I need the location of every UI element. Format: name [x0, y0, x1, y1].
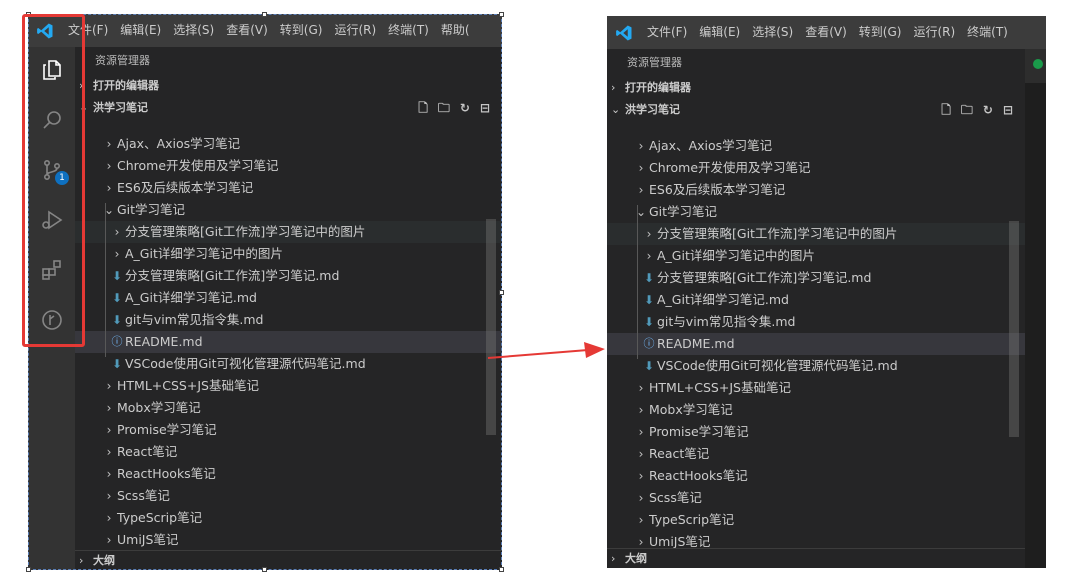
tree-item-label: 分支管理策略[Git工作流]学习笔记中的图片	[657, 226, 898, 241]
refresh-icon[interactable]: ↻	[983, 99, 993, 121]
chevron-right-icon: ›	[611, 552, 616, 565]
tree-item-label: Promise学习笔记	[649, 424, 749, 439]
chevron-right-icon: ›	[638, 513, 644, 527]
tree-item-label: ReactHooks笔记	[649, 468, 748, 483]
tree-item-label: HTML+CSS+JS基础笔记	[649, 380, 791, 395]
menu-item[interactable]: 运行(R)	[907, 16, 961, 49]
tree-item-label: Chrome开发使用及学习笔记	[649, 160, 811, 175]
menu-item[interactable]: 转到(G)	[853, 16, 908, 49]
chevron-right-icon: ›	[646, 227, 652, 241]
tree-item[interactable]: › ReactHooks笔记	[607, 465, 1025, 487]
tree-item-label: A_Git详细学习笔记.md	[657, 292, 789, 307]
tree-item-label: README.md	[657, 336, 735, 351]
tree-item-nested[interactable]: ⬇ git与vim常见指令集.md	[607, 311, 1025, 333]
new-file-icon[interactable]: 🗋	[941, 99, 951, 121]
tree-item-label: git与vim常见指令集.md	[657, 314, 796, 329]
chevron-right-icon: ›	[638, 381, 644, 395]
vscode-window-after: 文件(F) 编辑(E) 选择(S) 查看(V) 转到(G) 运行(R) 终端(T) 资源管理…	[607, 16, 1046, 568]
resize-handle	[26, 567, 31, 572]
collapse-all-icon[interactable]: ⊟	[1003, 99, 1013, 121]
title-bar: 文件(F) 编辑(E) 选择(S) 查看(V) 转到(G) 运行(R) 终端(T)	[607, 16, 1046, 49]
new-folder-icon[interactable]: 🗀	[961, 99, 973, 121]
menu-item[interactable]: 文件(F)	[641, 16, 693, 49]
menu-item[interactable]: 选择(S)	[746, 16, 799, 49]
tree-item-nested[interactable]: ⓘ README.md	[607, 333, 1025, 355]
markdown-icon: ⬇	[643, 315, 655, 329]
tree-item-label: A_Git详细学习笔记中的图片	[657, 248, 815, 263]
file-tree: › Ajax、Axios学习笔记 › Chrome开发使用及学习笔记 › ES6及后续版本…	[607, 121, 1025, 551]
chevron-right-icon: ›	[638, 139, 644, 153]
resize-handle	[499, 290, 504, 295]
tree-item-label: Ajax、Axios学习笔记	[649, 138, 773, 153]
workspace-section[interactable]: ⌄ 洪学习笔记 🗋 🗀 ↻ ⊟	[607, 99, 1025, 121]
tree-item[interactable]: › React笔记	[607, 443, 1025, 465]
tree-row-partial	[607, 121, 1025, 135]
tree-item-nested[interactable]: ⬇ A_Git详细学习笔记.md	[607, 289, 1025, 311]
tree-item[interactable]: › Ajax、Axios学习笔记	[607, 135, 1025, 157]
indent-guide	[637, 205, 638, 359]
explorer-sidebar: 资源管理器 › 打开的编辑器 ⌄ 洪学习笔记 🗋 🗀 ↻ ⊟ › Ajax、Axi…	[607, 49, 1025, 568]
vscode-logo-icon	[616, 25, 632, 41]
menu-item[interactable]: 查看(V)	[799, 16, 853, 49]
resize-handle	[262, 12, 267, 17]
selection-frame	[28, 14, 502, 570]
highlight-box	[22, 14, 85, 347]
markdown-icon: ⬇	[643, 293, 655, 307]
chevron-right-icon: ›	[638, 425, 644, 439]
chevron-down-icon: ⌄	[611, 103, 621, 116]
sidebar-title: 资源管理器	[627, 56, 682, 69]
arrow-icon	[488, 342, 605, 359]
tree-item-label: TypeScrip笔记	[649, 512, 735, 527]
editor-area	[1025, 49, 1046, 568]
outline-label: 大纲	[625, 552, 647, 565]
tree-item-label: Git学习笔记	[649, 204, 718, 219]
markdown-icon: ⬇	[643, 271, 655, 285]
info-icon: ⓘ	[643, 337, 655, 350]
tree-item[interactable]: › ES6及后续版本学习笔记	[607, 179, 1025, 201]
tree-item-nested[interactable]: › 分支管理策略[Git工作流]学习笔记中的图片	[607, 223, 1025, 245]
menu-bar: 文件(F) 编辑(E) 选择(S) 查看(V) 转到(G) 运行(R) 终端(T)	[641, 16, 1014, 49]
chevron-right-icon: ›	[638, 403, 644, 417]
chevron-right-icon: ›	[638, 469, 644, 483]
tree-item-label: ES6及后续版本学习笔记	[649, 182, 786, 197]
chevron-right-icon: ›	[638, 491, 644, 505]
menu-item[interactable]: 终端(T)	[961, 16, 1014, 49]
tree-item-nested[interactable]: ⬇ VSCode使用Git可视化管理源代码笔记.md	[607, 355, 1025, 377]
chevron-right-icon: ›	[611, 81, 616, 94]
chevron-right-icon: ›	[646, 249, 652, 263]
open-editors-section[interactable]: › 打开的编辑器	[607, 77, 1025, 99]
tree-item-label: React笔记	[649, 446, 710, 461]
tree-item[interactable]: › Scss笔记	[607, 487, 1025, 509]
markdown-icon: ⬇	[643, 359, 655, 373]
open-editors-label: 打开的编辑器	[625, 81, 691, 94]
tree-item[interactable]: › TypeScrip笔记	[607, 509, 1025, 531]
tree-item-label: Mobx学习笔记	[649, 402, 733, 417]
menu-item[interactable]: 编辑(E)	[693, 16, 746, 49]
tree-item[interactable]: ⌄ Git学习笔记	[607, 201, 1025, 223]
resize-handle	[499, 12, 504, 17]
workspace-label: 洪学习笔记	[625, 103, 680, 116]
tree-item[interactable]: › Chrome开发使用及学习笔记	[607, 157, 1025, 179]
outline-section[interactable]: › 大纲	[607, 548, 1025, 568]
tree-item-label: VSCode使用Git可视化管理源代码笔记.md	[657, 358, 898, 373]
resize-handle	[499, 567, 504, 572]
tree-item-label: 分支管理策略[Git工作流]学习笔记.md	[657, 270, 872, 285]
section-actions: 🗋 🗀 ↻ ⊟	[941, 99, 1013, 121]
tree-item-label: Scss笔记	[649, 490, 702, 505]
tree-item[interactable]: › Promise学习笔记	[607, 421, 1025, 443]
tree-item-nested[interactable]: ⬇ 分支管理策略[Git工作流]学习笔记.md	[607, 267, 1025, 289]
chevron-right-icon: ›	[638, 447, 644, 461]
tree-item[interactable]: › Mobx学习笔记	[607, 399, 1025, 421]
chevron-right-icon: ›	[638, 183, 644, 197]
status-dot-icon	[1033, 59, 1043, 69]
chevron-right-icon: ›	[638, 161, 644, 175]
editor-tab-strip	[1025, 49, 1046, 83]
tree-item-nested[interactable]: › A_Git详细学习笔记中的图片	[607, 245, 1025, 267]
resize-handle	[262, 567, 267, 572]
scrollbar-thumb[interactable]	[1009, 221, 1019, 437]
tree-item[interactable]: › HTML+CSS+JS基础笔记	[607, 377, 1025, 399]
